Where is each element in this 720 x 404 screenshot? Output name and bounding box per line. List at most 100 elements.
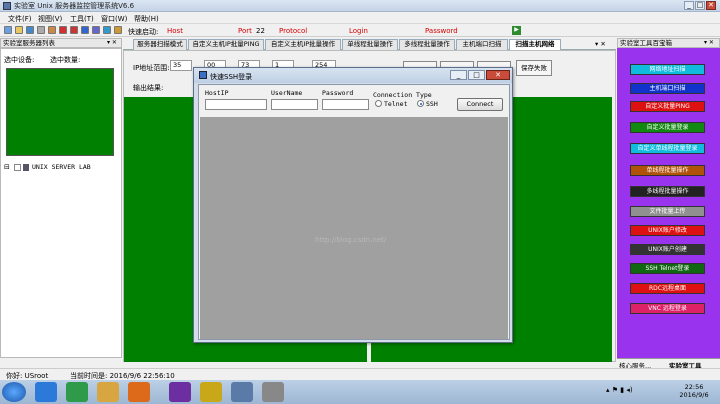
norton-icon[interactable] [200, 382, 222, 402]
window-title: 实验室 Unix 服务器监控管理系统V6.6 [14, 2, 135, 10]
start-button[interactable] [2, 382, 26, 402]
settings-icon[interactable] [92, 26, 100, 34]
host-ip-label: HostIP [205, 89, 229, 97]
toolbar: 快速启动: Host Port 22 Protocol Login Passwo… [0, 24, 720, 37]
tool-file-upload-button[interactable]: 文件批量上传 [630, 206, 705, 217]
terminal-area[interactable]: http://blog.csdn.net/ [200, 117, 508, 339]
tool-unix-create-button[interactable]: UNIX账户创建 [630, 244, 705, 255]
save-failed-button[interactable]: 保存失败 [516, 60, 552, 76]
right-pin-icon[interactable]: ▾ ✕ [704, 39, 714, 47]
tab-multi-thread[interactable]: 多线程批量操作 [399, 39, 455, 50]
minimize-button[interactable]: _ [684, 1, 694, 10]
tool-single-thread-button[interactable]: 单线程批量操作 [630, 165, 705, 176]
dialog-maximize-button[interactable]: □ [468, 70, 485, 80]
clock-time: 22:56 [684, 383, 704, 391]
host-label: Host [167, 27, 183, 35]
tab-bar: 服务器扫描模式 自定义主机IP批量PING 自定义主机IP批量操作 单线程批量操… [123, 38, 616, 51]
host-ip-input[interactable] [205, 99, 267, 110]
dialog-title-bar[interactable]: 快速SSH登录 _ □ ✕ [194, 68, 512, 83]
port-value[interactable]: 22 [256, 27, 265, 35]
delete-icon[interactable] [59, 26, 67, 34]
server-icon [23, 164, 29, 171]
chrome-icon[interactable] [66, 382, 88, 402]
print-icon[interactable] [37, 26, 45, 34]
menu-help[interactable]: 帮助(H) [134, 14, 159, 24]
tab-batch-ping[interactable]: 自定义主机IP批量PING [188, 39, 264, 50]
password-field-label: Password [322, 89, 354, 97]
menu-view[interactable]: 视图(V) [38, 14, 62, 24]
tool-batch-login-button[interactable]: 自定义批量登录 [630, 122, 705, 133]
open-icon[interactable] [15, 26, 23, 34]
ssh-label: SSH [426, 100, 438, 108]
connection-type-label: Connection Type [373, 91, 432, 99]
stop-icon[interactable] [70, 26, 78, 34]
telnet-radio[interactable] [375, 100, 382, 107]
maximize-button[interactable]: □ [695, 1, 705, 10]
left-pin-icon[interactable]: ▾ ✕ [107, 39, 117, 47]
dialog-title: 快速SSH登录 [210, 73, 253, 81]
new-icon[interactable] [4, 26, 12, 34]
close-button[interactable]: ✕ [706, 1, 716, 10]
dialog-minimize-button[interactable]: _ [450, 70, 467, 80]
ip-field-1[interactable]: 35 [170, 60, 192, 71]
dialog-body: HostIP UserName Password Connection Type… [198, 84, 510, 340]
explorer-icon[interactable] [97, 382, 119, 402]
tool-network-scan-button[interactable]: 网络地址扫描 [630, 64, 705, 75]
clock-date: 2016/9/6 [679, 391, 709, 399]
dialog-close-button[interactable]: ✕ [486, 70, 510, 80]
checkbox[interactable] [14, 164, 21, 171]
protocol-label: Protocol [279, 27, 308, 35]
toolbox-pane: 网络地址扫描 主机端口扫描 自定义批量PING 自定义批量登录 自定义单线程批量… [617, 48, 720, 358]
tool-ssh-telnet-button[interactable]: SSH Telnet登录 [630, 263, 705, 274]
tool-unix-modify-button[interactable]: UNIX账户修改 [630, 225, 705, 236]
menu-file[interactable]: 文件(F) [8, 14, 32, 24]
tool-single-login-button[interactable]: 自定义单线程批量登录 [630, 143, 705, 154]
tool-multi-thread-button[interactable]: 多线程批量操作 [630, 186, 705, 197]
visual-studio-icon[interactable] [169, 382, 191, 402]
help-icon[interactable] [114, 26, 122, 34]
dialog-app-icon [199, 71, 207, 79]
server-list-title-bar: 实验室服务器列表 ▾ ✕ [0, 38, 122, 48]
system-tray[interactable]: ▴ ⚑ ▮ ◂) [606, 386, 633, 394]
splitter[interactable] [367, 340, 371, 364]
password-input[interactable] [322, 99, 369, 110]
ssh-radio[interactable] [417, 100, 424, 107]
tab-single-thread[interactable]: 单线程批量操作 [342, 39, 398, 50]
clock[interactable]: 22:56 2016/9/6 [672, 383, 716, 399]
tool-batch-ping-button[interactable]: 自定义批量PING [630, 101, 705, 112]
tab-port-scan[interactable]: 主机端口扫描 [456, 39, 508, 50]
watermark: http://blog.csdn.net/ [315, 236, 387, 244]
media-player-icon[interactable] [128, 382, 150, 402]
ie-icon[interactable] [35, 382, 57, 402]
refresh-icon[interactable] [103, 26, 111, 34]
tree-item-label: UNIX SERVER LAB [32, 163, 91, 171]
tree-expander-icon[interactable]: ⊟ [4, 163, 10, 171]
tool-vnc-button[interactable]: VNC 远程登录 [630, 303, 705, 314]
tab-batch-ops[interactable]: 自定义主机IP批量操作 [265, 39, 341, 50]
app-icon [3, 2, 11, 10]
selected-count-label: 选中数量: [50, 56, 81, 64]
menu-bar: 文件(F) 视图(V) 工具(T) 窗口(W) 帮助(H) [0, 12, 720, 24]
app-taskbar-icon[interactable] [231, 382, 253, 402]
save-icon[interactable] [26, 26, 34, 34]
window-title-bar: 实验室 Unix 服务器监控管理系统V6.6 _ □ ✕ [0, 0, 720, 12]
tool-taskbar-icon[interactable] [262, 382, 284, 402]
port-label: Port [238, 27, 252, 35]
toolbox-title: 实验室工具百宝箱 [620, 39, 672, 47]
server-list-title: 实验室服务器列表 [3, 39, 55, 47]
toolbox-title-bar: 实验室工具百宝箱 ▾ ✕ [617, 38, 720, 48]
username-label: UserName [271, 89, 303, 97]
menu-window[interactable]: 窗口(W) [101, 14, 127, 24]
tool-port-scan-button[interactable]: 主机端口扫描 [630, 83, 705, 94]
monitor-icon[interactable] [81, 26, 89, 34]
tool-rdc-button[interactable]: RDC远程桌面 [630, 283, 705, 294]
tab-controls-icon[interactable]: ▾ ✕ [595, 40, 606, 48]
output-label: 输出结果: [133, 84, 164, 92]
connect-button[interactable]: Connect [457, 98, 503, 111]
ip-range-label: IP地址范围: [133, 64, 170, 72]
tab-server-scan[interactable]: 服务器扫描模式 [133, 39, 187, 50]
cut-icon[interactable] [48, 26, 56, 34]
username-input[interactable] [271, 99, 318, 110]
menu-tools[interactable]: 工具(T) [70, 14, 94, 24]
go-button[interactable]: ▶ [512, 26, 521, 35]
